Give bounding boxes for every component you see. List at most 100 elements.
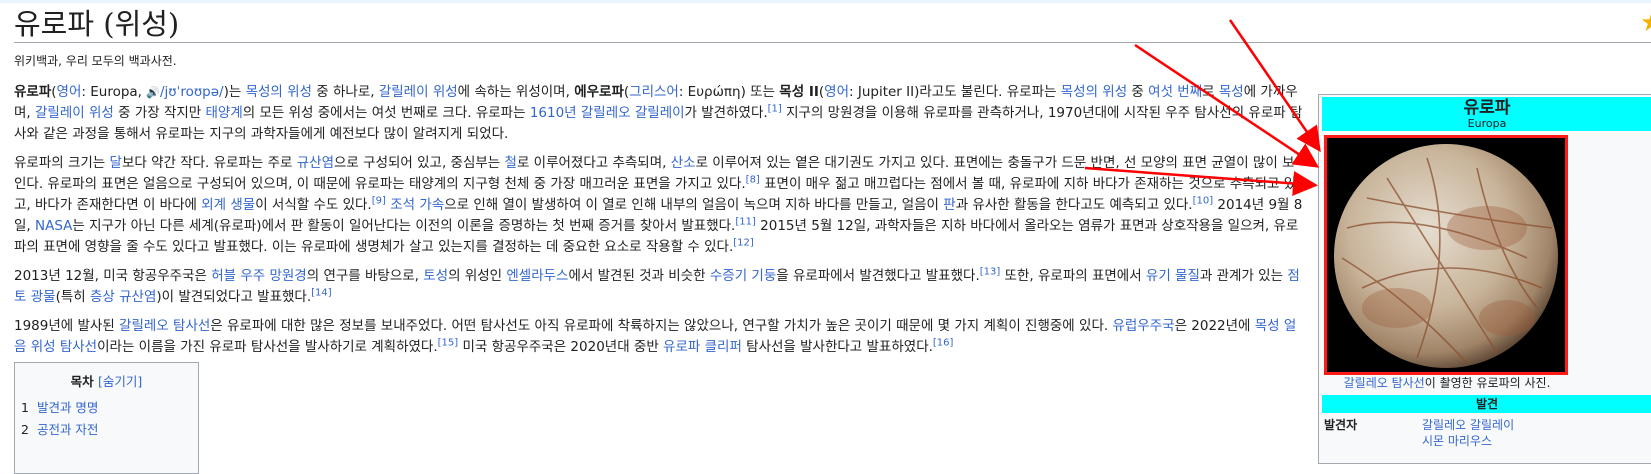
ref-12[interactable]: [12]: [733, 238, 754, 249]
text: : Jupiter II)라고도 불린다. 유로파는: [849, 84, 1061, 100]
toc-hide-toggle[interactable]: [숨기기]: [98, 374, 142, 389]
article-body: 유로파(영어: Europa, 🔊/jʊˈroʊpə/)는 목성의 위성 중 하…: [14, 82, 1304, 366]
link-jupiter-moons-2[interactable]: 목성의 위성: [1061, 84, 1127, 100]
link-nasa[interactable]: NASA: [35, 218, 72, 234]
europa-image[interactable]: [1324, 135, 1568, 375]
ref-10[interactable]: [10]: [1193, 196, 1214, 207]
text: 의 모든 위성 중에서는 여섯 번째로 크다. 유로파는: [242, 105, 530, 121]
toc-list: 1 발견과 명명 2 공전과 자전: [15, 397, 198, 441]
text: 중 하나로,: [311, 84, 379, 100]
link-plate[interactable]: 판: [943, 197, 955, 213]
text: 이라는 이름을 가진 유로파 탐사선을 발사하기로 계획하였다.: [97, 339, 438, 355]
text: 또한, 유로파의 표면에서: [1000, 268, 1146, 284]
text: 으로 구성되어 있고, 중심부는: [334, 155, 505, 171]
ref-9[interactable]: [9]: [372, 196, 386, 207]
page-title: 유로파 (위성): [14, 7, 180, 41]
link-jupiter[interactable]: 목성: [1219, 84, 1244, 100]
caption-text: 이 촬영한 유로파의 사진.: [1424, 376, 1551, 390]
ref-11[interactable]: [11]: [735, 217, 756, 228]
text: 유로파의 크기는: [14, 155, 110, 171]
text: 보다 약간 작다. 유로파는 주로: [121, 155, 297, 171]
text: 중 가장 작지만: [113, 105, 206, 121]
link-discoverer-galileo[interactable]: 갈릴레오 갈릴레이: [1422, 418, 1514, 432]
link-water-plume[interactable]: 수증기 기둥: [710, 268, 776, 284]
link-silicate[interactable]: 규산염: [297, 155, 334, 171]
speaker-icon[interactable]: 🔊: [146, 86, 160, 99]
link-saturn[interactable]: 토성: [423, 268, 448, 284]
toc-item[interactable]: 1 발견과 명명: [21, 397, 198, 419]
text: 과 관계가 있는: [1199, 268, 1288, 284]
link-jupiter-moons[interactable]: 목성의 위성: [246, 84, 312, 100]
ref-13[interactable]: [13]: [980, 267, 1001, 278]
text: )이 발견되었다고 발표했다.: [156, 289, 312, 305]
term-europa: 유로파: [14, 84, 52, 100]
link-phyllosilicate[interactable]: 층상 규산염: [90, 289, 156, 305]
infobox-title: 유로파: [1463, 98, 1511, 118]
ref-14[interactable]: [14]: [311, 288, 332, 299]
link-sixth[interactable]: 여섯 번째: [1148, 84, 1202, 100]
link-esa[interactable]: 유럽우주국: [1112, 318, 1174, 334]
link-enceladus[interactable]: 엔셀라두스: [506, 268, 568, 284]
link-iron[interactable]: 철: [505, 155, 517, 171]
title-divider: [14, 42, 1651, 43]
text: 가 발견하였다.: [684, 105, 768, 121]
text: 이 서식할 수도 있다.: [255, 197, 372, 213]
link-ipa[interactable]: /jʊˈroʊpə/: [160, 84, 224, 100]
link-moon[interactable]: 달: [110, 155, 122, 171]
link-english[interactable]: 영어: [57, 84, 82, 100]
caption-link-galileo-probe[interactable]: 갈릴레오 탐사선: [1344, 376, 1425, 390]
link-galileo-probe[interactable]: 갈릴레오 탐사선: [119, 318, 210, 334]
ref-16[interactable]: [16]: [933, 338, 954, 349]
text: : Europa,: [81, 84, 147, 100]
text: 을 유로파에서 발견했다고 발표했다.: [776, 268, 980, 284]
europa-photo-icon: [1334, 144, 1558, 368]
infobox-discoverer-value: 갈릴레오 갈릴레이시몬 마리우스: [1422, 417, 1542, 449]
infobox: 유로파 Europa 갈릴레오 탐사선이 촬영한 유로파의 사진. 발견 발견자…: [1318, 94, 1651, 464]
term-europa-alt: 에우로파: [574, 84, 624, 100]
site-subtitle: 위키백과, 우리 모두의 백과사전.: [14, 54, 177, 68]
toc-item-number: 1: [21, 400, 29, 415]
text: 로 이루어졌다고 추측되며,: [516, 155, 671, 171]
ref-1[interactable]: [1]: [768, 104, 782, 115]
text: 의 위성인: [448, 268, 507, 284]
text: 로: [1202, 84, 1219, 100]
link-greek[interactable]: 그리스어: [629, 84, 679, 100]
text: 탐사선을 발사한다고 발표하였다.: [741, 339, 933, 355]
link-alien-life[interactable]: 외계 생물: [201, 197, 255, 213]
term-jupiter-ii: 목성 II: [779, 84, 819, 100]
infobox-caption: 갈릴레오 탐사선이 촬영한 유로파의 사진.: [1322, 375, 1572, 391]
link-solar-system[interactable]: 태양계: [206, 105, 243, 121]
paragraph-exploration: 1989년에 발사된 갈릴레오 탐사선은 유로파에 대한 많은 정보를 보내주었…: [14, 316, 1304, 358]
toc-item-label[interactable]: 공전과 자전: [37, 422, 98, 437]
text: 1989년에 발사된: [14, 318, 120, 334]
watch-star-icon[interactable]: ★: [1640, 10, 1651, 36]
link-hubble[interactable]: 허블 우주 망원경: [211, 268, 307, 284]
paragraph-intro: 유로파(영어: Europa, 🔊/jʊˈroʊpə/)는 목성의 위성 중 하…: [14, 82, 1304, 145]
paragraph-plumes: 2013년 12월, 미국 항공우주국은 허블 우주 망원경의 연구를 바탕으로…: [14, 266, 1304, 308]
link-english-2[interactable]: 영어: [824, 84, 849, 100]
text: : Ευρώπη) 또는: [678, 84, 780, 100]
text: 에서 발견된 것과 비슷한: [568, 268, 710, 284]
infobox-section-discovery: 발견: [1322, 395, 1651, 413]
link-1610[interactable]: 1610년: [530, 105, 577, 121]
text: 는 지구가 아닌 다른 세계(유로파)에서 판 활동이 일어난다는 이전의 이론…: [72, 218, 736, 234]
text: )는: [223, 84, 246, 100]
text: 에 속하는 위성이며,: [457, 84, 575, 100]
infobox-discoverer-label: 발견자: [1324, 418, 1358, 432]
toc-item[interactable]: 2 공전과 자전: [21, 419, 198, 441]
link-galileo[interactable]: 갈릴레오 갈릴레이: [581, 105, 685, 121]
link-organic-matter[interactable]: 유기 물질: [1146, 268, 1200, 284]
link-oxygen[interactable]: 산소: [671, 155, 696, 171]
link-europa-clipper[interactable]: 유로파 클리퍼: [663, 339, 742, 355]
ref-15[interactable]: [15]: [438, 338, 459, 349]
top-border: [0, 0, 1651, 3]
text: 2013년 12월, 미국 항공우주국은: [14, 268, 212, 284]
link-tidal-acceleration[interactable]: 조석 가속: [390, 197, 444, 213]
text: 과 유사한 활동을 한다고도 예측되고 있다.: [955, 197, 1193, 213]
ref-8[interactable]: [8]: [746, 175, 760, 186]
link-galilean-moons[interactable]: 갈릴레이 위성: [379, 84, 458, 100]
link-discoverer-marius[interactable]: 시몬 마리우스: [1422, 434, 1492, 448]
toc-item-label[interactable]: 발견과 명명: [37, 400, 98, 415]
text: 의 연구를 바탕으로,: [306, 268, 424, 284]
link-galilean-moons-2[interactable]: 갈릴레이 위성: [35, 105, 114, 121]
